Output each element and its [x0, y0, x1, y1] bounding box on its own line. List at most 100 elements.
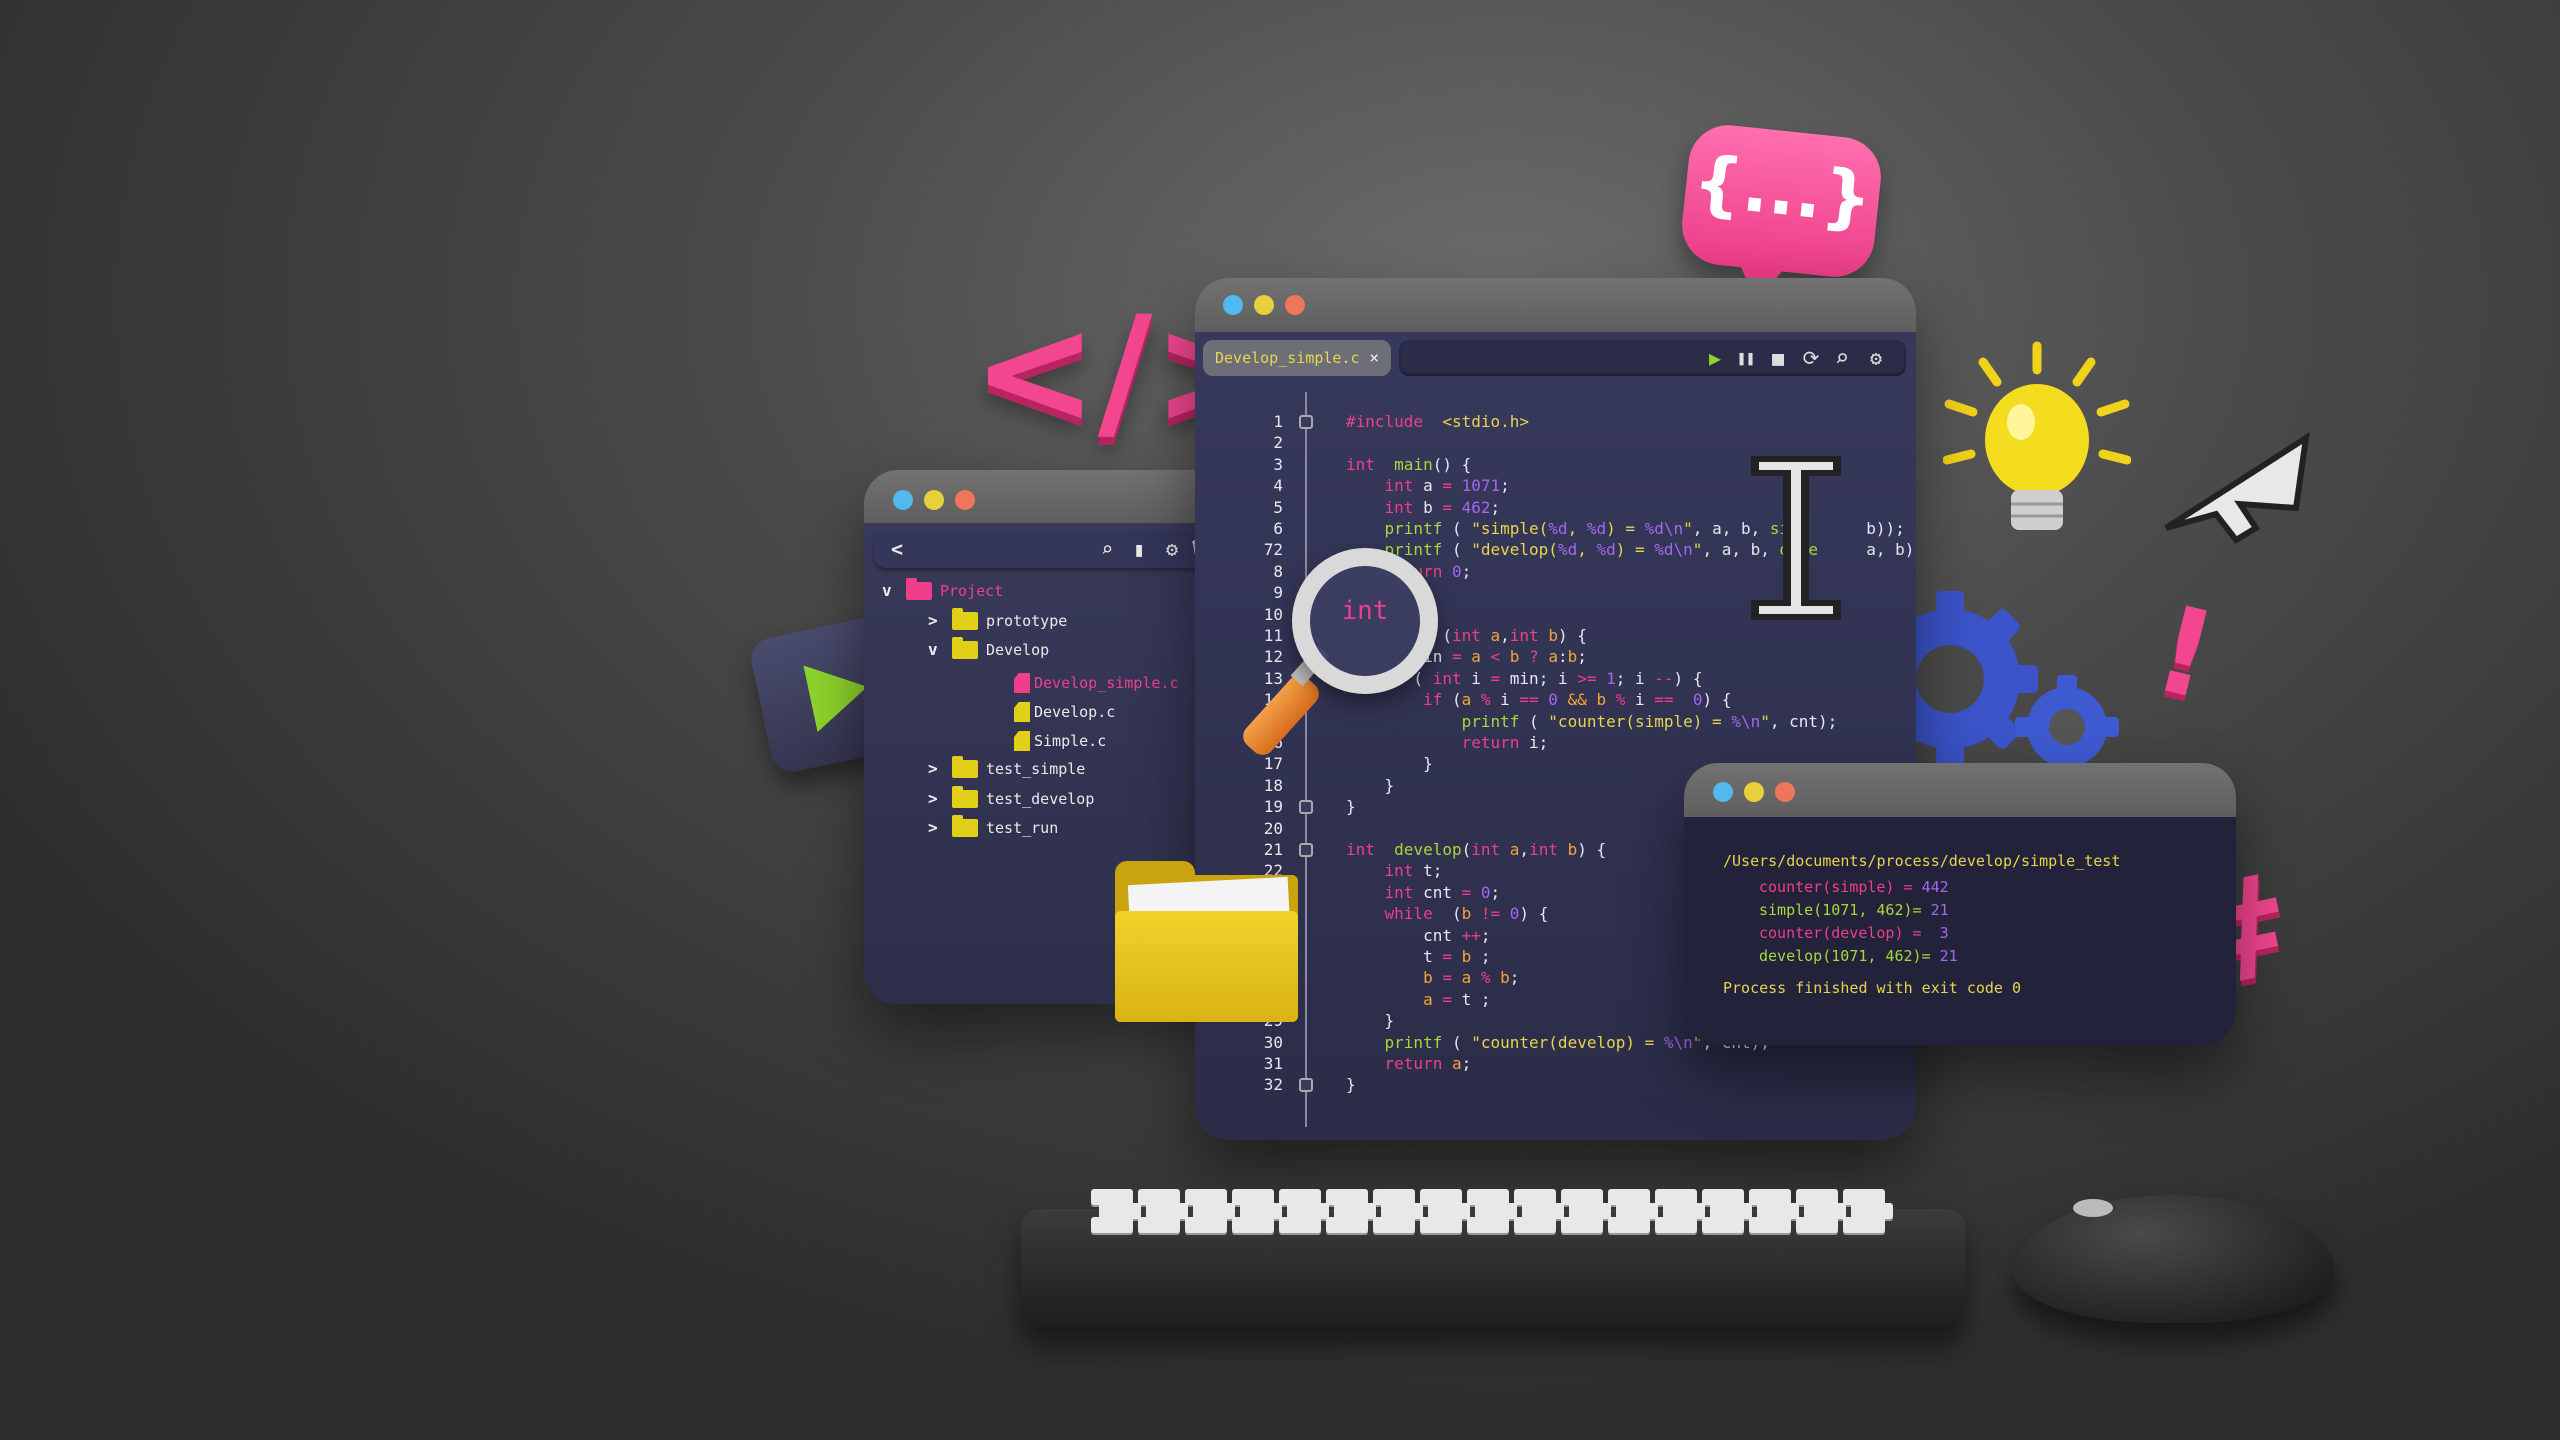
line-number: 20 [1263, 818, 1283, 838]
window-dot-blue[interactable] [893, 490, 913, 510]
code-line: cnt ++; [1346, 925, 1490, 945]
code-token: 0 [1471, 882, 1491, 902]
chevron-down-icon[interactable]: v [928, 637, 938, 663]
code-token: a [1500, 840, 1520, 859]
tree-item[interactable]: v Develop [864, 637, 1230, 663]
code-token: "develop( [1471, 540, 1558, 560]
line-number: 3 [1273, 454, 1283, 474]
code-token: 1 [1596, 668, 1616, 688]
code-token: 0 [1500, 904, 1520, 924]
fold-marker-icon[interactable] [1299, 800, 1313, 815]
code-token: -- [1654, 668, 1674, 688]
code-line: #include <stdio.h> [1346, 412, 1529, 431]
new-file-icon[interactable]: ▮ [1126, 535, 1152, 563]
code-token: i [1625, 690, 1655, 710]
code-token: "counter(develop) = [1471, 1032, 1664, 1052]
tree-item[interactable]: > prototype [864, 608, 1230, 634]
key [1796, 1217, 1838, 1233]
line-number: 5 [1273, 497, 1283, 517]
code-token: = [1451, 647, 1462, 667]
code-token: %d\n [1644, 519, 1684, 538]
tab-develop-simple[interactable]: Develop_simple.c × [1203, 340, 1391, 376]
chevron-right-icon[interactable]: > [928, 786, 938, 812]
key [1561, 1217, 1603, 1233]
tree-item[interactable]: > test_simple [864, 756, 1230, 782]
code-token: % [1471, 690, 1491, 710]
magnifier-text: int [1341, 596, 1389, 626]
code-token: t ; [1451, 989, 1491, 1009]
gear-icon[interactable]: ⚙ [1159, 535, 1185, 563]
search-icon[interactable]: ⌕ [1830, 344, 1854, 372]
tree-item-label: test_run [986, 819, 1059, 837]
code-token: ; [1461, 561, 1472, 581]
stop-icon[interactable]: ■ [1766, 344, 1790, 372]
tree-item-label: Develop [986, 641, 1050, 659]
search-icon[interactable]: ⌕ [1094, 535, 1120, 563]
code-token: == [1654, 690, 1674, 710]
fold-marker-icon[interactable] [1299, 415, 1313, 429]
code-line: return a; [1346, 1054, 1472, 1073]
gear-icon[interactable]: ⚙ [1864, 344, 1888, 372]
code-line: int t; [1346, 861, 1443, 881]
chevron-down-icon[interactable]: v [882, 578, 892, 604]
tree-item[interactable]: Simple.c [864, 728, 1230, 754]
explorer-title-bar [864, 470, 1230, 523]
tree-item[interactable]: > test_develop [864, 786, 1230, 812]
code-token: } [1346, 1011, 1395, 1031]
code-token: develop [1374, 840, 1462, 859]
back-button[interactable]: < [884, 535, 910, 563]
code-token: while [1346, 904, 1433, 924]
key [1655, 1217, 1697, 1233]
fold-marker-icon[interactable] [1299, 1078, 1313, 1093]
code-token: = [1490, 668, 1501, 688]
tree-item-label: Develop_simple.c [1034, 674, 1179, 692]
code-line: b = a % b; [1346, 968, 1519, 987]
code-token: >= [1577, 668, 1597, 688]
tree-item-label: test_develop [986, 790, 1095, 808]
code-token: = [1432, 968, 1452, 988]
chevron-right-icon[interactable]: > [928, 756, 938, 782]
code-token: b [1413, 497, 1443, 517]
code-token: = [1461, 882, 1472, 902]
code-token: ) { [1557, 626, 1587, 645]
code-token: ? [1529, 647, 1539, 667]
refresh-icon[interactable]: ⟳ [1799, 344, 1823, 372]
fold-marker-icon[interactable] [1299, 843, 1313, 857]
code-token: cnt [1346, 925, 1452, 945]
code-token: int [1529, 840, 1558, 859]
key [1420, 1217, 1462, 1233]
tree-item[interactable]: Develop_simple.c [864, 670, 1230, 696]
code-token: ( [1442, 1032, 1472, 1052]
code-token: != [1471, 904, 1501, 924]
pause-icon[interactable]: ❚❚ [1734, 344, 1758, 372]
chevron-right-icon[interactable]: > [928, 608, 938, 634]
tree-item[interactable]: v Project [864, 578, 1230, 604]
window-dot-yellow[interactable] [924, 490, 944, 510]
terminal-line: counter(develop) = 3 [1759, 924, 1949, 942]
code-token: < [1490, 647, 1501, 667]
line-number: 1 [1273, 412, 1283, 431]
tree-item[interactable]: Develop.c [864, 699, 1230, 725]
play-icon[interactable]: ▶ [1703, 344, 1727, 372]
close-tab-icon[interactable]: × [1369, 340, 1379, 376]
code-line: int a = 1071; [1346, 476, 1510, 495]
window-dot-blue[interactable] [1713, 782, 1733, 802]
chevron-right-icon[interactable]: > [928, 815, 938, 841]
code-token: min; i [1500, 668, 1578, 688]
code-line: int develop(int a,int b) { [1346, 840, 1606, 859]
window-dot-yellow[interactable] [1254, 295, 1274, 315]
window-dot-red[interactable] [1285, 295, 1305, 315]
folder-icon [952, 756, 978, 778]
window-dot-blue[interactable] [1223, 295, 1243, 315]
window-dot-red[interactable] [1775, 782, 1795, 802]
folder-icon [906, 578, 932, 600]
key [1091, 1217, 1133, 1233]
code-token: int [1346, 454, 1375, 474]
code-token: 462 [1451, 497, 1491, 517]
code-token: == [1519, 690, 1539, 710]
window-dot-yellow[interactable] [1744, 782, 1764, 802]
terminal-path: /Users/documents/process/develop/simple_… [1723, 852, 2121, 870]
window-dot-red[interactable] [955, 490, 975, 510]
code-token: t; [1413, 861, 1443, 881]
tree-item[interactable]: > test_run [864, 815, 1230, 841]
